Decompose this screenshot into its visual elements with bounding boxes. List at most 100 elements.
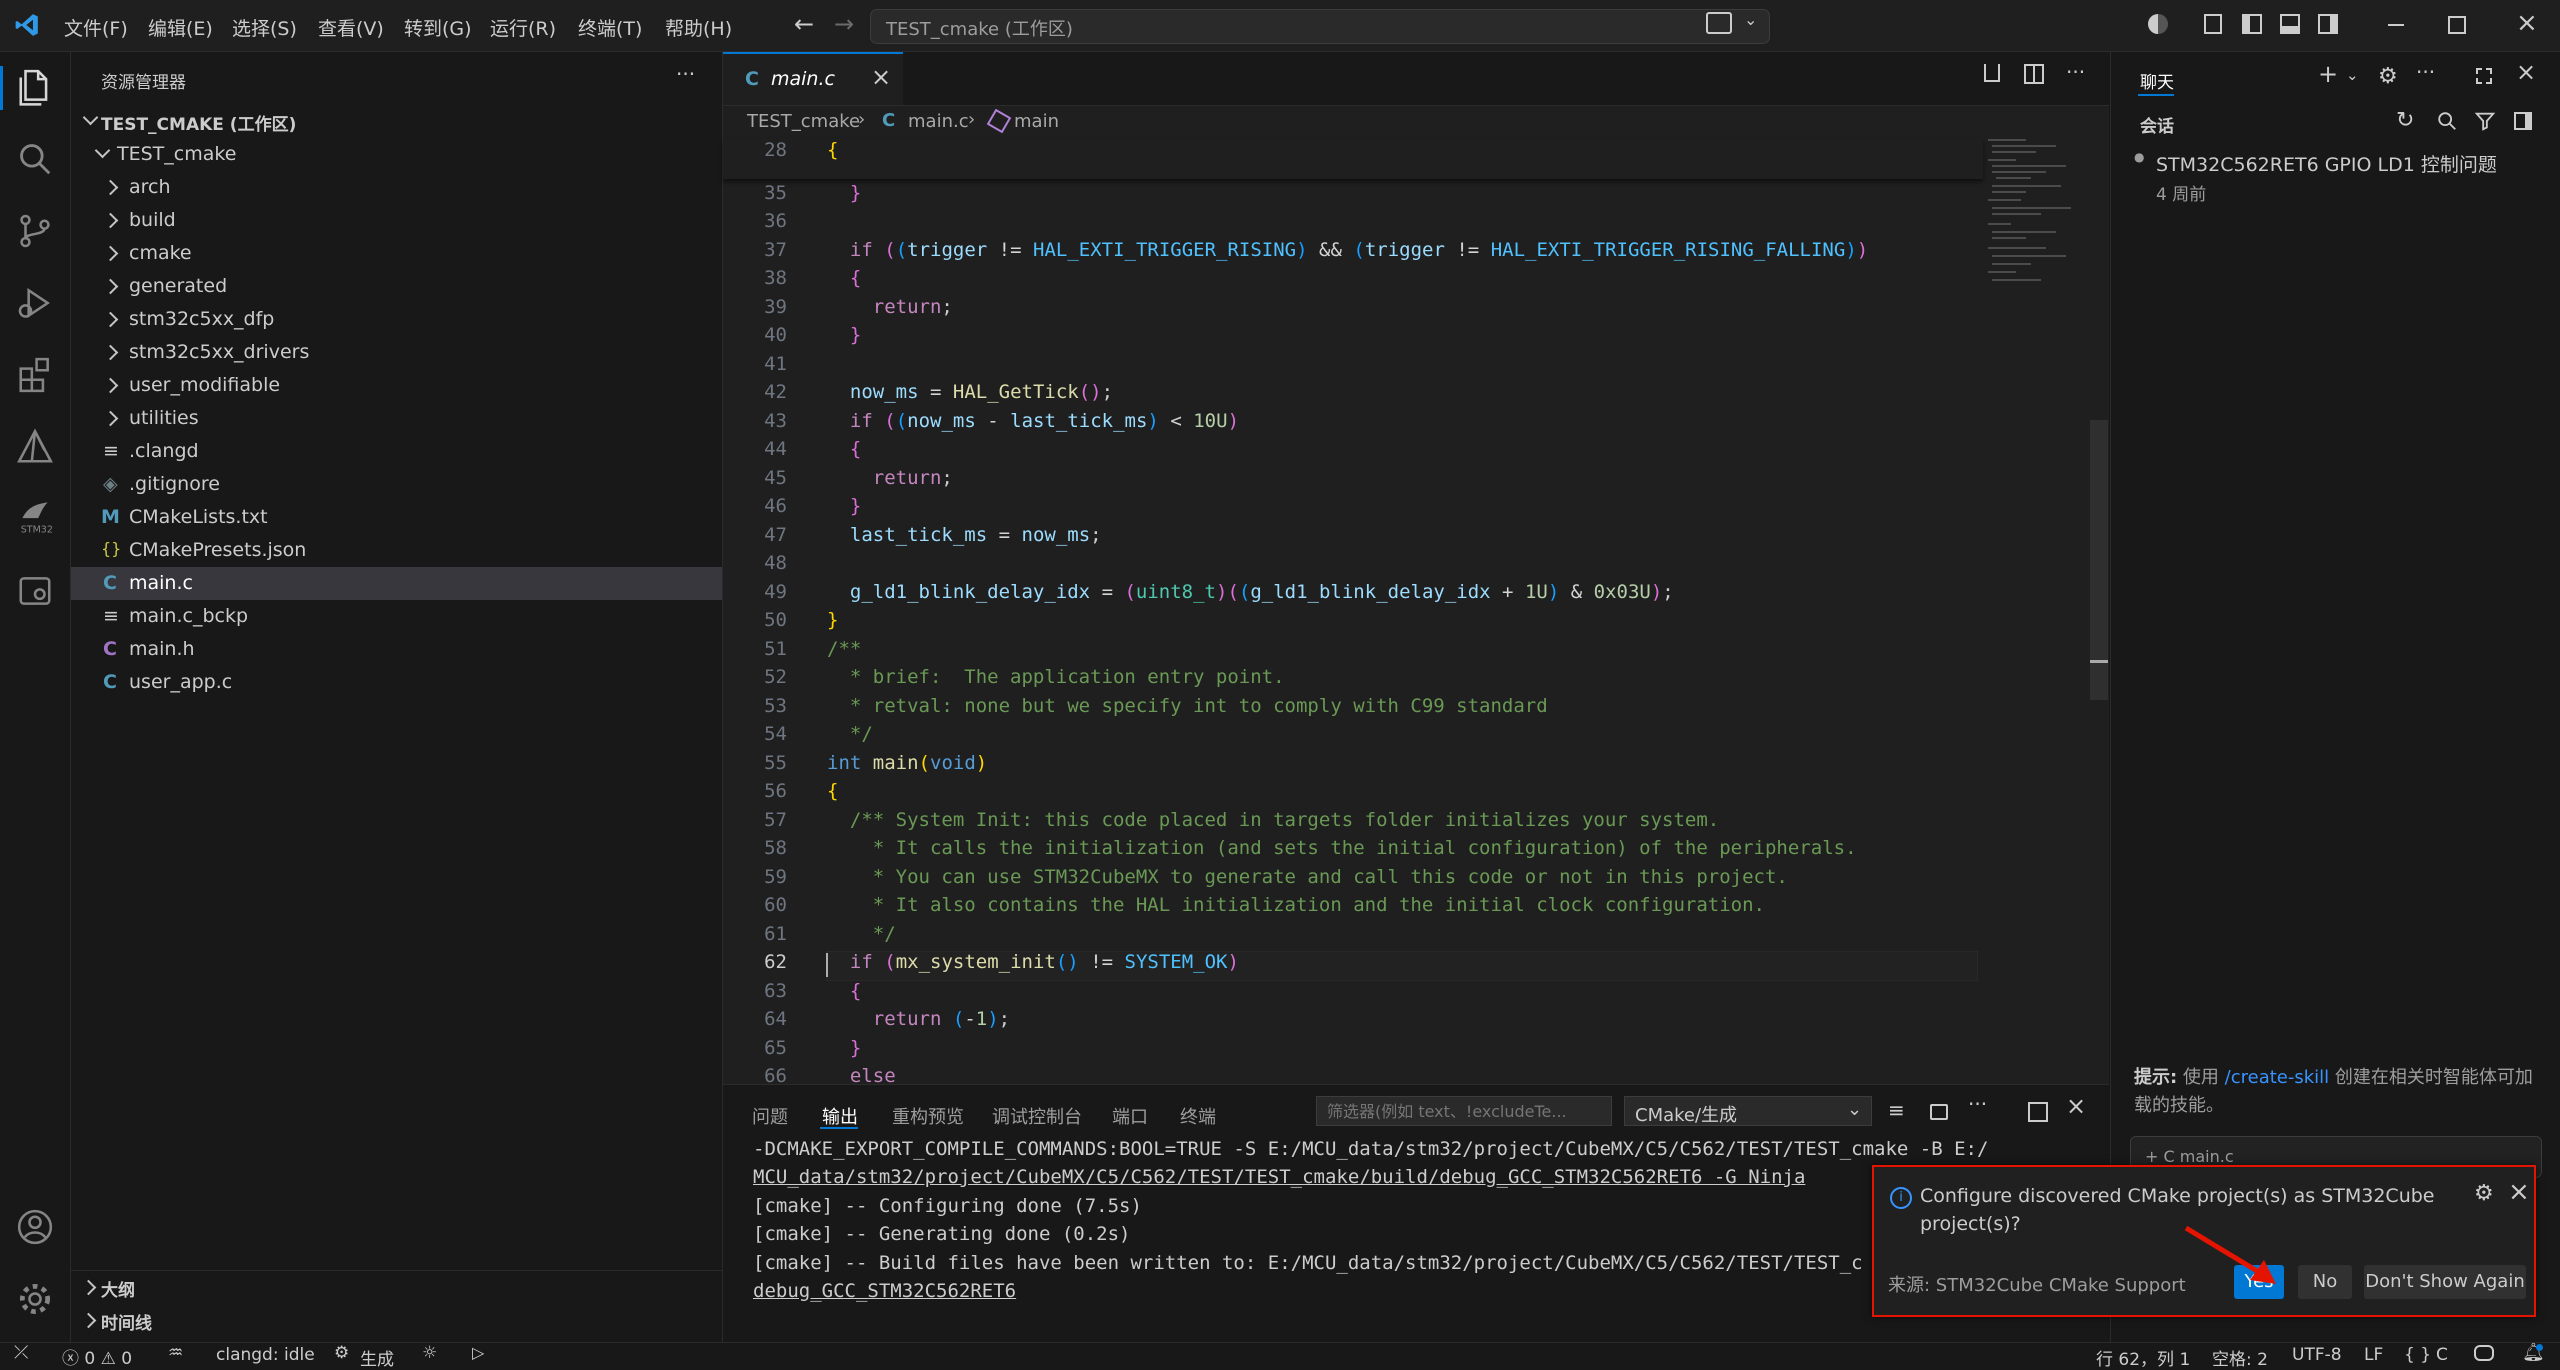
code-line[interactable]: 50} [723,609,1983,638]
code-line[interactable]: 65 } [723,1037,1983,1066]
toggle-secondary-sidebar-icon[interactable] [2318,14,2338,34]
code-line[interactable]: 60 * It also contains the HAL initializa… [723,894,1983,923]
code-line[interactable]: 63 { [723,980,1983,1009]
code-line[interactable]: 35 } [723,182,1983,211]
explorer-icon[interactable] [16,68,54,106]
panel-tab-output[interactable]: 输出 [822,1103,858,1129]
code-line[interactable]: 66 else [723,1065,1983,1084]
toggle-sidebar-icon[interactable] [2514,112,2532,130]
new-chat-icon[interactable]: + [2318,60,2338,88]
file-item[interactable]: M CMakeLists.txt [71,501,722,534]
end-of-line[interactable]: LF [2364,1345,2383,1365]
stm32-icon[interactable]: STM32 [16,496,54,534]
chat-icon[interactable] [1706,12,1732,34]
panel-tab-ports[interactable]: 端口 [1112,1103,1148,1129]
customize-layout-icon[interactable] [2204,14,2222,34]
outline-section[interactable]: 大纲 [71,1271,722,1304]
output-filter-input[interactable] [1316,1096,1612,1126]
forward-arrow-icon[interactable]: → [834,10,854,38]
breadcrumb-symbol[interactable]: main [1014,111,1059,132]
folder-item[interactable]: utilities [71,402,722,435]
code-line[interactable]: 37 if ((trigger != HAL_EXTI_TRIGGER_RISI… [723,239,1983,268]
maximize-icon[interactable] [2476,68,2492,84]
code-line[interactable]: 42 now_ms = HAL_GetTick(); [723,381,1983,410]
remote-icon[interactable]: ⤫ [14,1342,28,1363]
code-line[interactable]: 44 { [723,438,1983,467]
output-line[interactable]: MCU_data/stm32/project/CubeMX/C5/C562/TE… [753,1166,1805,1188]
more-actions-icon[interactable]: ··· [2066,60,2085,84]
extensions-icon[interactable] [16,356,54,394]
chevron-down-icon[interactable]: ⌄ [2346,66,2359,84]
breadcrumb-file[interactable]: main.c [908,111,969,132]
debug-bug-icon[interactable]: ☼ [422,1343,437,1363]
code-line[interactable]: 61 */ [723,923,1983,952]
refresh-icon[interactable]: ↻ [2396,108,2414,133]
code-line[interactable]: 46 } [723,495,1983,524]
panel-tab-debug-console[interactable]: 调试控制台 [992,1103,1082,1129]
timeline-section[interactable]: 时间线 [71,1304,722,1337]
chevron-down-icon[interactable]: ⌄ [1744,10,1757,29]
chat-title[interactable]: 聊天 [2140,68,2174,93]
copilot-status-icon[interactable] [2474,1345,2494,1361]
tab-main-c[interactable]: C main.c × [723,52,903,105]
build-button[interactable]: 生成 [360,1345,394,1370]
code-line[interactable]: 55 int main(void) [723,752,1983,781]
folder-item[interactable]: arch [71,171,722,204]
folder-item[interactable]: cmake [71,237,722,270]
root-folder[interactable]: TEST_cmake [71,138,722,171]
maximize-panel-icon[interactable] [2028,1102,2048,1122]
output-channel-select[interactable]: CMake/生成 ⌄ [1624,1096,1872,1126]
output-line[interactable]: debug_GCC_STM32C562RET6 [753,1280,1016,1302]
search-icon[interactable] [16,140,54,178]
menu-edit[interactable]: 编辑(E) [148,14,213,41]
breadcrumb-folder[interactable]: TEST_cmake [747,111,860,132]
close-panel-icon[interactable]: × [2066,1092,2086,1120]
editor-scrollbar-thumb[interactable] [2090,420,2108,700]
cmake-icon[interactable] [16,428,54,466]
file-item[interactable]: Cuser_app.c [71,666,722,699]
close-icon[interactable]: × [2516,58,2536,86]
folder-item[interactable]: stm32c5xx_drivers [71,336,722,369]
more-actions-icon[interactable]: ··· [1968,1092,1987,1116]
folder-item[interactable]: generated [71,270,722,303]
gear-icon[interactable]: ⚙ [2474,1181,2494,1206]
copilot-icon[interactable] [2148,14,2168,34]
file-item-selected[interactable]: Cmain.c [71,567,722,600]
code-line[interactable]: 59 * You can use STM32CubeMX to generate… [723,866,1983,895]
workspace-header[interactable]: TEST_CMAKE (工作区) [71,105,722,138]
menu-run[interactable]: 运行(R) [490,14,556,41]
panel-tab-problems[interactable]: 问题 [752,1103,788,1129]
code-line[interactable]: 45 return; [723,467,1983,496]
menu-terminal[interactable]: 终端(T) [578,14,642,41]
folder-item[interactable]: stm32c5xx_dfp [71,303,722,336]
code-line[interactable]: 40 } [723,324,1983,353]
folder-item[interactable]: user_modifiable [71,369,722,402]
close-notification-icon[interactable]: × [2508,1177,2530,1207]
encoding[interactable]: UTF-8 [2292,1345,2342,1365]
close-window-icon[interactable]: × [2516,8,2538,38]
code-line[interactable]: 48 [723,552,1983,581]
panel-tab-terminal[interactable]: 终端 [1180,1103,1216,1129]
close-tab-icon[interactable]: × [871,63,891,91]
problems-indicator[interactable]: ⓧ 0 ⚠ 0 [62,1344,132,1369]
menu-goto[interactable]: 转到(G) [404,14,472,41]
file-item[interactable]: ≡ main.c_bckp [71,600,722,633]
code-line[interactable]: 36 [723,210,1983,239]
code-line[interactable]: 57 /** System Init: this code placed in … [723,809,1983,838]
toggle-primary-sidebar-icon[interactable] [2242,14,2262,34]
create-skill-link[interactable]: /create-skill [2225,1067,2330,1088]
code-line[interactable]: 58 * It calls the initialization (and se… [723,837,1983,866]
menu-file[interactable]: 文件(F) [64,14,128,41]
word-wrap-icon[interactable]: ≡ [1888,1098,1905,1122]
menu-selection[interactable]: 选择(S) [232,14,297,41]
download-icon[interactable] [1984,64,2000,82]
source-control-icon[interactable] [16,212,54,250]
account-icon[interactable] [16,1208,54,1246]
sticky-scroll-line[interactable]: 28 { [723,139,1983,179]
context-attachment[interactable]: + C main.c [2145,1147,2234,1166]
back-arrow-icon[interactable]: ← [794,10,814,38]
cursor-position[interactable]: 行 62，列 1 [2096,1345,2190,1370]
code-line[interactable]: 56 { [723,780,1983,809]
manage-gear-icon[interactable] [16,1280,54,1318]
code-line[interactable]: 47 last_tick_ms = now_ms; [723,524,1983,553]
